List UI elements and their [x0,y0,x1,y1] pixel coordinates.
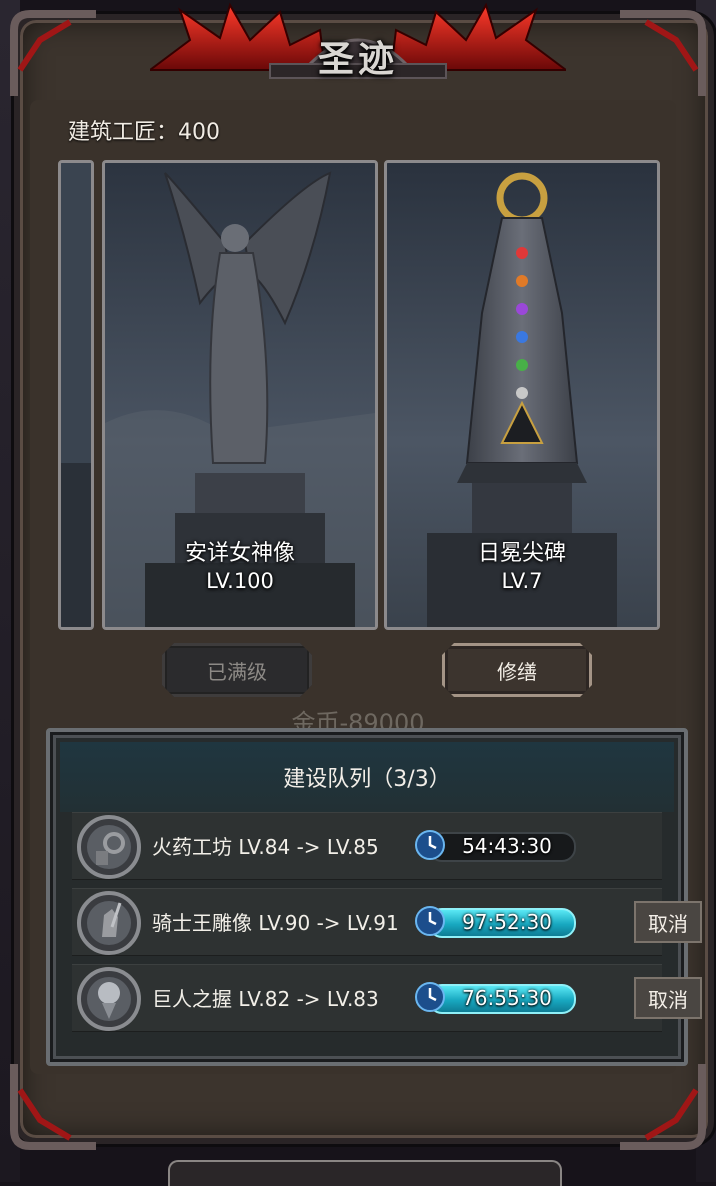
corner-ornament-bottom-left [10,1064,96,1150]
queue-item-name: 骑士王雕像 LV.90 -> LV.91 [152,911,399,935]
queue-row: 骑士王雕像 LV.90 -> LV.91 97:52:30 取消 [72,888,702,956]
queue-row: 巨人之握 LV.82 -> LV.83 76:55:30 取消 [72,964,702,1032]
knight-statue-icon [77,891,141,955]
card-name: 安详女神像 [184,541,295,566]
queue-timer-text: 76:55:30 [462,986,552,1010]
card-partial-left[interactable] [58,160,94,630]
build-queue-panel: 建设队列（3/3） 火药工坊 LV.84 -> LV.85 54:43:30 骑… [46,728,702,1066]
card-partial-art [61,163,91,627]
maxed-button[interactable]: 已满级 [162,643,312,697]
gear-building-icon [77,815,141,879]
page-title: 圣迹 [317,38,398,80]
cancel-button[interactable]: 取消 [634,901,702,943]
build-queue-title: 建设队列（3/3） [60,742,674,812]
queue-timer: 97:52:30 [414,905,576,938]
builders-count: 建筑工匠：400 [68,120,220,145]
corner-ornament-bottom-right [620,1064,706,1150]
card-level: LV.7 [501,569,543,593]
giant-grip-icon [77,967,141,1031]
card-level: LV.100 [206,569,274,593]
repair-button[interactable]: 修缮 [442,643,592,697]
bottom-tab-bar[interactable] [168,1160,562,1186]
queue-item-name: 巨人之握 LV.82 -> LV.83 [152,987,379,1011]
building-card-goddess[interactable]: 安详女神像 LV.100 [102,160,378,630]
cancel-button[interactable]: 取消 [634,977,702,1019]
queue-row: 火药工坊 LV.84 -> LV.85 54:43:30 [72,812,662,880]
building-card-obelisk[interactable]: 日冕尖碑 LV.7 [384,160,660,630]
queue-timer: 54:43:30 [414,829,576,862]
queue-item-name: 火药工坊 LV.84 -> LV.85 [152,835,379,859]
card-name: 日冕尖碑 [477,541,566,566]
queue-timer-text: 54:43:30 [462,834,552,858]
queue-timer: 76:55:30 [414,981,576,1014]
queue-timer-text: 97:52:30 [462,910,552,934]
